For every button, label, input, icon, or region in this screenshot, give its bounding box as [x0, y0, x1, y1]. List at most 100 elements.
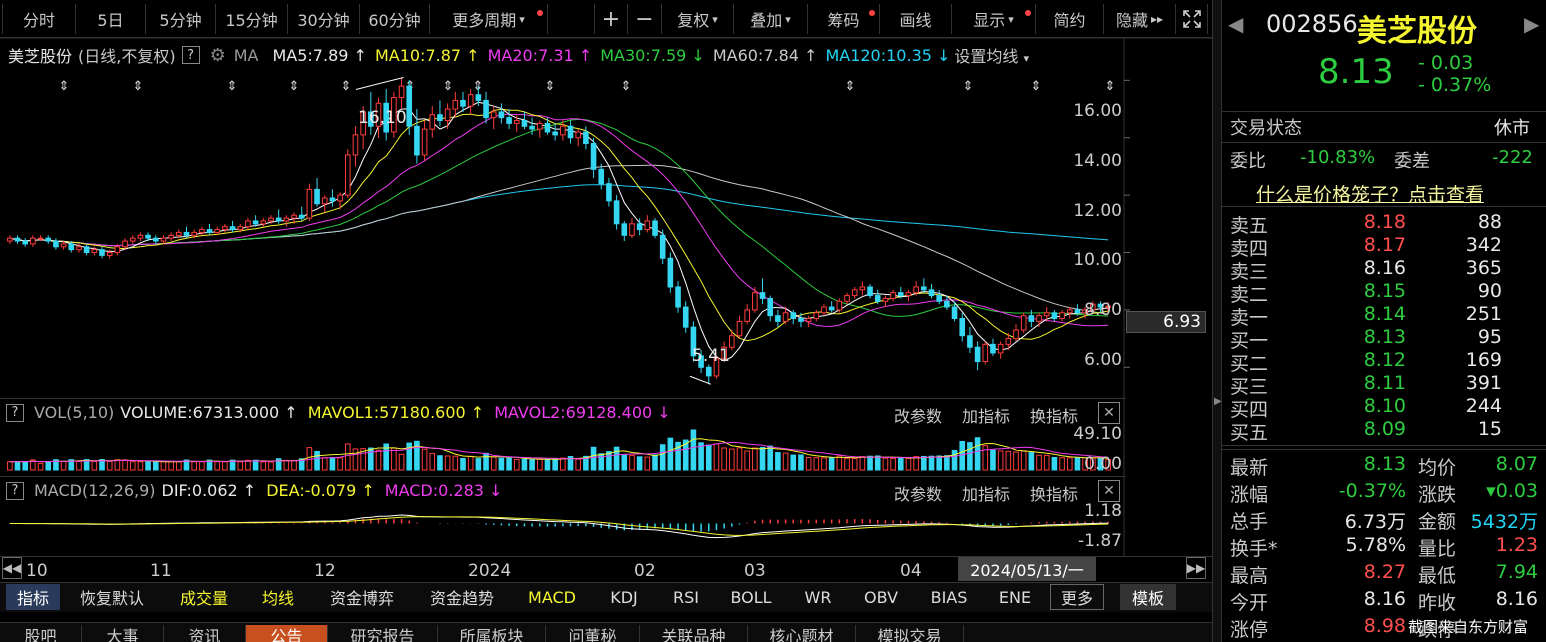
indicator-obv[interactable]: OBV [858, 584, 904, 610]
indicator-macd[interactable]: MACD [522, 584, 582, 610]
indicator-bias[interactable]: BIAS [924, 584, 974, 610]
tab-ticai[interactable]: 核心题材 [748, 625, 856, 642]
indicator-label[interactable]: 指标 [6, 584, 60, 610]
volume-bar [928, 455, 935, 471]
tab-guba[interactable]: 股吧 [0, 625, 82, 642]
indicator-ene[interactable]: ENE [992, 584, 1038, 610]
candle-body [398, 85, 405, 99]
vol-axis-bottom: 0.00 [1084, 454, 1122, 474]
volume-bar [613, 446, 620, 471]
candle-body [767, 297, 774, 317]
candle-body [183, 231, 190, 236]
vol-huanzhibiao-button[interactable]: 换指标 [1030, 403, 1078, 427]
candle-body [513, 120, 520, 124]
macd-gaicanshu-button[interactable]: 改参数 [894, 481, 942, 505]
reset-default-button[interactable]: 恢复默认 [72, 584, 152, 610]
bid-row[interactable]: 买一 8.13 95 [1222, 326, 1546, 352]
candle-body [429, 114, 436, 130]
candle-body [490, 111, 497, 119]
ask-row[interactable]: 卖三 8.16 365 [1222, 257, 1546, 283]
tab-yanjiu[interactable]: 研究报告 [328, 625, 438, 642]
candle-body [944, 300, 950, 308]
candle-body [129, 237, 136, 242]
event-marker: ⇕ [1105, 79, 1116, 94]
tab-gonggao[interactable]: 公告 [246, 625, 328, 642]
more-indicators-button[interactable]: 更多 [1050, 584, 1104, 610]
candle-body [245, 220, 251, 228]
watermark: 截图来自东方财富 [1408, 618, 1529, 636]
candle-body [636, 223, 643, 231]
ask-row[interactable]: 卖四 8.17 342 [1222, 234, 1546, 260]
ask-row[interactable]: 卖二 8.15 90 [1222, 280, 1546, 306]
indicator-wr[interactable]: WR [798, 584, 838, 610]
macd-huanzhibiao-button[interactable]: 换指标 [1030, 481, 1078, 505]
candle-body [1028, 315, 1035, 322]
candle-body [83, 246, 90, 254]
candle-body [851, 289, 858, 297]
indicator-kdj[interactable]: KDJ [602, 584, 646, 610]
scroll-left-button[interactable]: ◀◀ [2, 557, 22, 579]
ask-row[interactable]: 卖五 8.18 88 [1222, 211, 1546, 237]
indicator-rsi[interactable]: RSI [666, 584, 706, 610]
tab-moni[interactable]: 模拟交易 [856, 625, 964, 642]
bid-row[interactable]: 买二 8.12 169 [1222, 349, 1546, 375]
volume-bar [521, 458, 528, 471]
indicator-ma[interactable]: 均线 [256, 584, 300, 610]
tab-dongmi[interactable]: 问董秘 [546, 625, 640, 642]
indicator-zjqs[interactable]: 资金趋势 [422, 584, 502, 610]
price-cage-link[interactable]: 什么是价格笼子？点击查看 [1256, 180, 1484, 207]
vol-close-icon[interactable]: ✕ [1098, 402, 1120, 424]
macd-jiazhibiao-button[interactable]: 加指标 [962, 481, 1010, 505]
indicator-boll[interactable]: BOLL [724, 584, 778, 610]
vol-title: VOL(5,10) [34, 403, 115, 422]
help-icon[interactable]: ? [6, 403, 24, 422]
order-volume: 342 [1465, 234, 1502, 256]
tab-guanlian[interactable]: 关联品种 [640, 625, 748, 642]
template-button[interactable]: 模板 [1120, 584, 1176, 610]
candle-body [936, 295, 942, 302]
ask-row[interactable]: 卖一 8.14 251 [1222, 303, 1546, 329]
tab-bankuai[interactable]: 所属板块 [438, 625, 546, 642]
volume-bar [352, 448, 359, 471]
help-icon[interactable]: ? [6, 481, 24, 500]
quote-label: 最新 [1230, 457, 1269, 479]
candle-body [321, 197, 328, 205]
scroll-right-button[interactable]: ▶▶ [1186, 557, 1206, 579]
low-arrow [689, 375, 711, 385]
tab-dashi[interactable]: 大事 [82, 625, 164, 642]
indicator-zjby[interactable]: 资金博弈 [322, 584, 402, 610]
indicator-volume[interactable]: 成交量 [172, 584, 236, 610]
prev-stock-button[interactable]: ◀ [1228, 12, 1243, 36]
bid-row[interactable]: 买三 8.11 391 [1222, 372, 1546, 398]
volume-bar [321, 457, 328, 471]
next-stock-button[interactable]: ▶ [1524, 12, 1539, 36]
event-marker: ⇕ [845, 79, 856, 94]
collapse-handle-icon[interactable]: ▶ [1214, 396, 1222, 407]
panel-splitter[interactable]: ▶ [1212, 0, 1222, 642]
candle-body [821, 306, 827, 314]
quote-value: 6.73万 [1344, 511, 1406, 533]
bid-row[interactable]: 买五 8.09 15 [1222, 418, 1546, 444]
quote-label: 金额 [1418, 511, 1457, 533]
candle-body [176, 231, 182, 236]
volume-bar [913, 456, 919, 471]
tab-zixun[interactable]: 资讯 [164, 625, 246, 642]
candle-body [444, 108, 451, 122]
dif-value: DIF:0.062 ↑ [161, 481, 257, 500]
candle-body [675, 286, 681, 308]
candle-body [552, 131, 558, 136]
candle-body [99, 249, 105, 256]
volume-bar [444, 455, 451, 471]
macd-close-icon[interactable]: ✕ [1098, 480, 1120, 502]
candle-body [805, 318, 812, 322]
order-volume: 95 [1477, 326, 1502, 348]
quote-label: 换手* [1230, 538, 1278, 560]
vol-jiazhibiao-button[interactable]: 加指标 [962, 403, 1010, 427]
candle-body [283, 217, 290, 222]
volume-bar [291, 459, 297, 471]
vol-gaicanshu-button[interactable]: 改参数 [894, 403, 942, 427]
weibi-label: 委比 [1230, 151, 1266, 172]
volume-bar [944, 455, 950, 471]
bid-row[interactable]: 买四 8.10 244 [1222, 395, 1546, 421]
volume-bar [959, 440, 966, 471]
